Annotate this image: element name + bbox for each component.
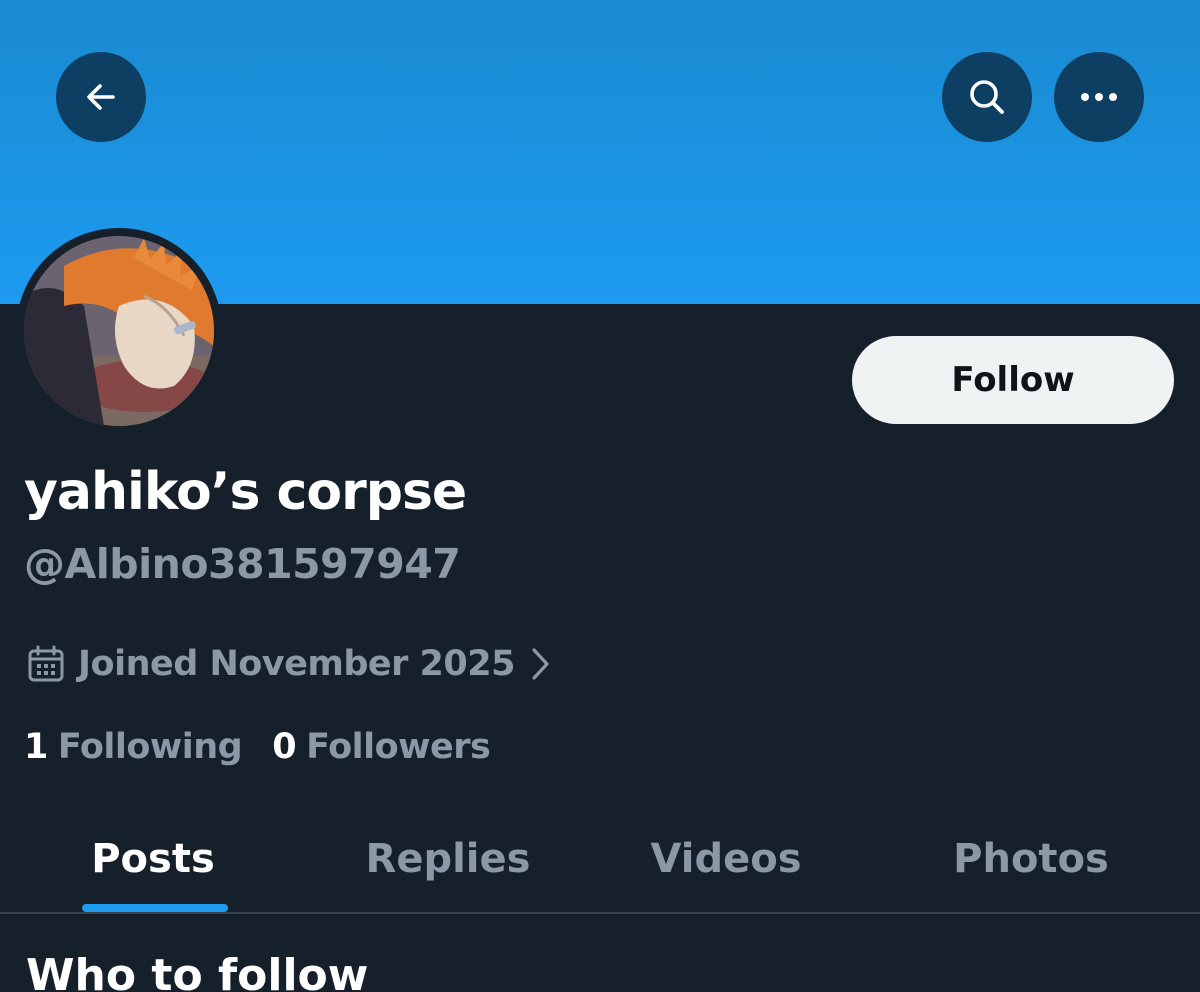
back-button[interactable] <box>56 52 146 142</box>
following-stat[interactable]: 1 Following <box>24 727 243 767</box>
search-button[interactable] <box>942 52 1032 142</box>
user-handle: @Albino381597947 <box>24 540 461 588</box>
arrow-left-icon <box>87 84 115 110</box>
display-name: yahiko’s corpse <box>24 462 467 522</box>
chevron-right-icon <box>532 648 549 680</box>
followers-count: 0 <box>272 727 297 767</box>
follow-button[interactable]: Follow <box>852 336 1174 424</box>
more-horizontal-icon <box>1081 93 1117 101</box>
calendar-icon <box>28 645 64 682</box>
avatar-image <box>24 236 214 426</box>
profile-page: Follow yahiko’s corpse @Albino381597947 … <box>0 0 1200 992</box>
followers-stat[interactable]: 0 Followers <box>272 727 491 767</box>
following-count: 1 <box>24 727 48 767</box>
search-icon <box>970 80 1004 114</box>
joined-date-row[interactable]: Joined November 2025 <box>26 640 553 688</box>
tab-replies[interactable]: Replies <box>306 806 590 912</box>
following-label: Following <box>57 727 243 767</box>
active-tab-indicator <box>82 904 228 912</box>
profile-tabs: Posts Replies Videos Photos <box>0 806 1200 914</box>
tab-posts[interactable]: Posts <box>0 806 306 912</box>
tab-photos[interactable]: Photos <box>862 806 1200 912</box>
joined-date-text: Joined November 2025 <box>78 644 515 684</box>
followers-label: Followers <box>306 727 491 767</box>
avatar[interactable] <box>16 228 222 434</box>
who-to-follow-heading: Who to follow <box>26 950 369 992</box>
more-options-button[interactable] <box>1054 52 1144 142</box>
tab-videos[interactable]: Videos <box>590 806 862 912</box>
follow-stats: 1 Following 0 Followers <box>24 722 491 772</box>
